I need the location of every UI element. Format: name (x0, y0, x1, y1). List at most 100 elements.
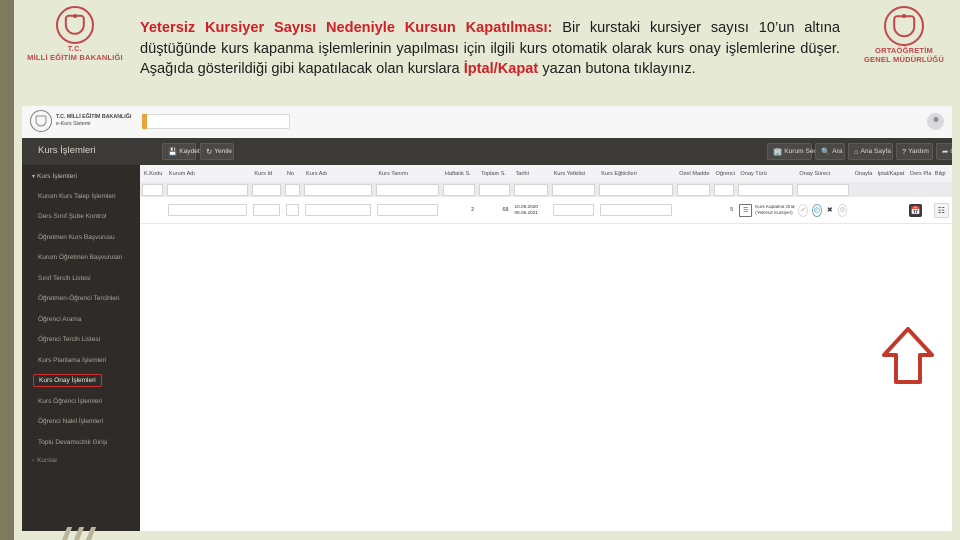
filter-input[interactable] (797, 183, 849, 196)
document-icon[interactable]: ☰ (739, 203, 753, 217)
filter-cell-16[interactable] (874, 185, 906, 195)
filter-input[interactable] (677, 183, 710, 196)
filter-cell-13[interactable] (736, 183, 795, 196)
filter-cell-9[interactable] (550, 183, 598, 196)
sidebar-item-kurs-öğrenci-i-şlemleri[interactable]: Kurs Öğrenci İşlemleri (22, 391, 140, 412)
cell-input[interactable] (305, 204, 372, 216)
cell-no[interactable] (283, 204, 302, 216)
filter-cell-18[interactable] (931, 185, 952, 195)
filter-input[interactable] (513, 183, 548, 196)
filter-input[interactable] (479, 183, 510, 196)
column-header-onayla[interactable]: Onayla (851, 171, 874, 177)
info-document-icon[interactable]: ☷ (933, 202, 949, 218)
cell-input[interactable] (377, 204, 438, 216)
cell-kurs-egiticileri[interactable] (597, 204, 675, 216)
column-header-özel-madde[interactable]: Özel Madde (675, 171, 711, 177)
filter-cell-0[interactable] (140, 183, 165, 196)
sidebar-item-öğretmen-kurs-başvurusu[interactable]: Öğretmen Kurs Başvurusu (22, 227, 140, 248)
toolbar-button-kaydet[interactable]: 💾 Kaydet (162, 143, 200, 160)
filter-input[interactable] (599, 183, 674, 196)
filter-input[interactable] (738, 183, 794, 196)
filter-cell-14[interactable] (795, 183, 850, 196)
column-header-ders-planı[interactable]: Ders Planı (906, 171, 931, 177)
cancel-close-icon[interactable]: ✖ (826, 205, 834, 216)
toolbar-button--k-[interactable]: ➦Çıkış (936, 143, 952, 160)
clock-icon[interactable]: ◴ (812, 203, 822, 217)
filter-cell-6[interactable] (441, 183, 477, 196)
column-header-kurs-yetkilisi[interactable]: Kurs Yetkilisi (550, 171, 598, 177)
filter-cell-4[interactable] (302, 183, 374, 196)
cell-input[interactable] (600, 204, 673, 216)
filter-cell-3[interactable] (283, 183, 302, 196)
filter-cell-7[interactable] (477, 183, 511, 196)
cell-input[interactable] (253, 204, 280, 216)
column-header-kurs-adı[interactable]: Kurs Adı (302, 171, 374, 177)
grid-filter-row[interactable] (140, 182, 952, 197)
column-header-kurs-id[interactable]: Kurs Id (250, 171, 282, 177)
toolbar-button-kurum-se-[interactable]: 🏢 Kurum Seç (767, 143, 817, 160)
sidebar-item-toplu-devamsızlık-girişi[interactable]: Toplu Devamsızlık Girişi (22, 432, 140, 453)
cell-ders-plani[interactable]: 📅 (906, 203, 931, 217)
column-header-onay-süreci[interactable]: Onay Süreci (795, 171, 850, 177)
column-header-kurs-tanımı[interactable]: Kurs Tanımı (374, 171, 441, 177)
filter-cell-17[interactable] (906, 185, 931, 195)
cell-kurs-id[interactable] (250, 204, 282, 216)
cell-input[interactable] (285, 204, 300, 216)
cell-kurs-yetkilisi[interactable] (550, 204, 598, 216)
toolbar-button-yard-m[interactable]: ? Yardım (896, 143, 933, 160)
filter-cell-11[interactable] (675, 183, 711, 196)
filter-input[interactable] (442, 183, 476, 196)
sidebar-item-kurum-öğretmen-başvuruları[interactable]: Kurum Öğretmen Başvuruları (22, 248, 140, 269)
cell-input[interactable] (167, 204, 248, 216)
filter-cell-5[interactable] (374, 183, 441, 196)
column-header-öğrenci[interactable]: Öğrenci (712, 171, 737, 177)
sidebar-item-kurum-kurs-talep-i-şlemleri[interactable]: Kurum Kurs Talep İşlemleri (22, 186, 140, 207)
app-search-field[interactable] (142, 114, 290, 129)
sidebar-item-öğrenci-tercih-listesi[interactable]: Öğrenci Tercih Listesi (22, 330, 140, 351)
user-avatar-icon[interactable] (927, 113, 944, 130)
cell-bilgi[interactable]: ☷ (931, 202, 952, 218)
column-header-toplam-s-[interactable]: Toplam S. (477, 171, 511, 177)
sidebar-item-kurs-onay-i-şlemleri[interactable]: Kurs Onay İşlemleri (22, 371, 140, 392)
column-header-onay-türü[interactable]: Onay Türü (736, 171, 795, 177)
filter-cell-1[interactable] (165, 183, 251, 196)
filter-input[interactable] (376, 183, 439, 196)
column-header-tarihi[interactable]: Tarihi (512, 171, 550, 177)
cell-kurs-adi[interactable] (302, 204, 374, 216)
filter-cell-8[interactable] (512, 183, 550, 196)
sidebar-item-öğrenci-nakil-i-şlemleri[interactable]: Öğrenci Nakil İşlemleri (22, 412, 140, 433)
sidebar-item-sınıf-tercih-listesi[interactable]: Sınıf Tercih Listesi (22, 268, 140, 289)
filter-input[interactable] (252, 183, 281, 196)
sidebar-group-header[interactable]: ▾ Kurs İşlemleri (22, 165, 140, 186)
filter-input[interactable] (142, 183, 163, 196)
column-header-kurs-eğiticileri[interactable]: Kurs Eğiticileri (597, 171, 675, 177)
cell-kurs-tanimi[interactable] (374, 204, 441, 216)
column-header-bilgi[interactable]: Bilgi (931, 171, 952, 177)
filter-input[interactable] (551, 183, 596, 196)
filter-cell-12[interactable] (712, 183, 737, 196)
column-header-haftalık-s-[interactable]: Haftalık S. (441, 171, 477, 177)
search-input[interactable] (147, 114, 290, 129)
column-header-kurum-adı[interactable]: Kurum Adı (165, 171, 251, 177)
cell-input[interactable] (552, 204, 595, 216)
sidebar-item-öğrenci-arama[interactable]: Öğrenci Arama (22, 309, 140, 330)
table-row[interactable]: 2 68 10.09.2020 05.06.2021 5 ☰ Kurs Kapatma On… (140, 197, 952, 224)
sidebar-item-kurslar[interactable]: › Kurslar (22, 457, 140, 464)
filter-input[interactable] (713, 183, 735, 196)
filter-cell-15[interactable] (851, 185, 874, 195)
column-header-no[interactable]: No (283, 171, 302, 177)
cell-kurum-adi[interactable] (165, 204, 250, 216)
sidebar-item-kurs-planlama-i-şlemleri[interactable]: Kurs Planlama İşlemleri (22, 350, 140, 371)
column-header-i-ptal-kapat[interactable]: İptal/Kapat (874, 171, 906, 177)
sidebar-item-öğretmen-öğrenci-tercihleri[interactable]: Öğretmen-Öğrenci Tercihleri (22, 289, 140, 310)
filter-input[interactable] (166, 183, 249, 196)
filter-cell-10[interactable] (597, 183, 675, 196)
toolbar-button-ara[interactable]: 🔍 Ara (815, 143, 845, 160)
calendar-icon[interactable]: 📅 (908, 203, 922, 217)
filter-input[interactable] (284, 183, 301, 196)
filter-cell-2[interactable] (250, 183, 282, 196)
toolbar-button-ana-sayfa[interactable]: ⌂ Ana Sayfa (848, 143, 893, 160)
filter-input[interactable] (304, 183, 373, 196)
sidebar-item-ders-sınıf-şube-kontrol[interactable]: Ders Sınıf Şube Kontrol (22, 207, 140, 228)
column-header-k-kodu[interactable]: K.Kodu (140, 171, 165, 177)
